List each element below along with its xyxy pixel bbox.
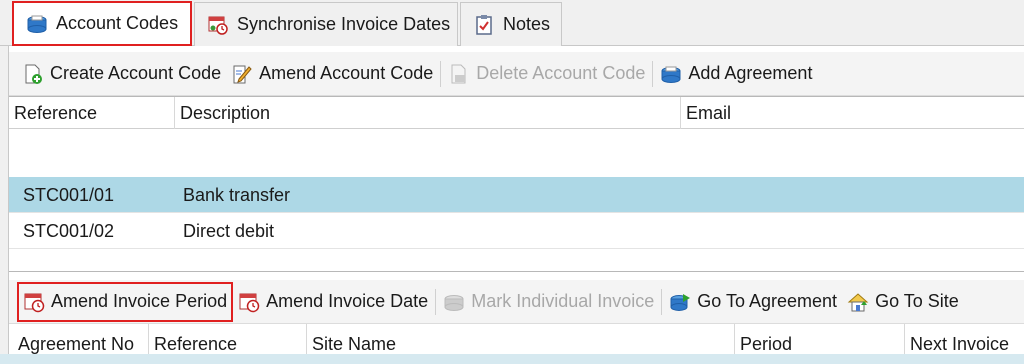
button-label: Add Agreement: [688, 63, 813, 83]
cell-email: [681, 213, 689, 249]
mark-individual-invoice-button[interactable]: Mark Individual Invoice: [438, 285, 659, 319]
tab-notes[interactable]: Notes: [460, 2, 562, 46]
house-icon: [847, 292, 869, 311]
tab-label: Account Codes: [56, 13, 179, 33]
toolbar-separator: [440, 60, 442, 87]
tab-label: Notes: [503, 14, 551, 34]
delete-account-code-button[interactable]: Delete Account Code: [443, 57, 650, 91]
amend-invoice-period-button[interactable]: Amend Invoice Period: [17, 281, 234, 322]
button-label: Create Account Code: [50, 63, 222, 83]
button-label: Go To Agreement: [697, 291, 838, 311]
column-header-reference[interactable]: Reference: [9, 97, 175, 129]
table-row[interactable]: STC001/01 Bank transfer: [9, 177, 1024, 213]
add-agreement-button[interactable]: Add Agreement: [655, 57, 817, 91]
button-label: Amend Invoice Period: [51, 291, 228, 311]
new-document-icon: [25, 64, 42, 84]
go-to-agreement-button[interactable]: Go To Agreement: [664, 285, 842, 319]
cell-reference: STC001/02: [23, 221, 115, 241]
calendar-sync-icon: [208, 16, 228, 35]
notes-icon: [476, 14, 492, 35]
cell-email: [681, 177, 689, 213]
agreement-arrow-icon: [670, 293, 691, 311]
account-codes-grid: Reference Description Email STC001/01 Ba…: [9, 96, 1024, 272]
amend-account-code-button[interactable]: Amend Account Code: [226, 57, 438, 91]
cell-description: Bank transfer: [183, 185, 291, 205]
account-codes-panel: Create Account Code Amend Account Code D…: [8, 46, 1024, 364]
button-label: Amend Account Code: [259, 63, 434, 83]
tab-bar: Account Codes Synchronise Invoice Dates …: [0, 0, 1024, 46]
grid-header: Reference Description Email: [9, 97, 1024, 129]
left-rail: [0, 46, 8, 364]
create-account-code-button[interactable]: Create Account Code: [17, 57, 226, 91]
folder-stack-icon: [27, 15, 47, 33]
button-label: Delete Account Code: [476, 63, 646, 83]
toolbar-separator: [652, 60, 654, 87]
toolbar-separator: [661, 288, 663, 315]
calendar-clock-icon: [239, 293, 260, 312]
button-label: Amend Invoice Date: [266, 291, 429, 311]
button-label: Mark Individual Invoice: [471, 291, 655, 311]
tab-synchronise-invoice-dates[interactable]: Synchronise Invoice Dates: [194, 2, 458, 46]
tab-label: Synchronise Invoice Dates: [237, 14, 451, 34]
go-to-site-button[interactable]: Go To Site: [842, 285, 964, 319]
toolbar-separator: [435, 288, 437, 315]
amend-invoice-date-button[interactable]: Amend Invoice Date: [233, 285, 433, 319]
cell-description: Direct debit: [183, 221, 275, 241]
account-toolbar: Create Account Code Amend Account Code D…: [9, 52, 1024, 96]
delete-document-icon: [451, 64, 466, 83]
column-header-email[interactable]: Email: [681, 97, 1024, 129]
edit-document-icon: [233, 65, 252, 83]
column-header-description[interactable]: Description: [175, 97, 681, 129]
button-label: Go To Site: [875, 291, 959, 311]
selected-row-strip: [0, 354, 1024, 364]
cell-reference: STC001/01: [23, 185, 115, 205]
agreement-toolbar: Amend Invoice Period Amend Invoice Date …: [9, 280, 1024, 324]
calendar-clock-icon: [24, 293, 45, 312]
tab-account-codes[interactable]: Account Codes: [12, 1, 192, 46]
table-row[interactable]: STC001/02 Direct debit: [9, 213, 1024, 249]
invoice-stack-icon: [444, 294, 464, 311]
agreement-icon: [661, 66, 681, 83]
